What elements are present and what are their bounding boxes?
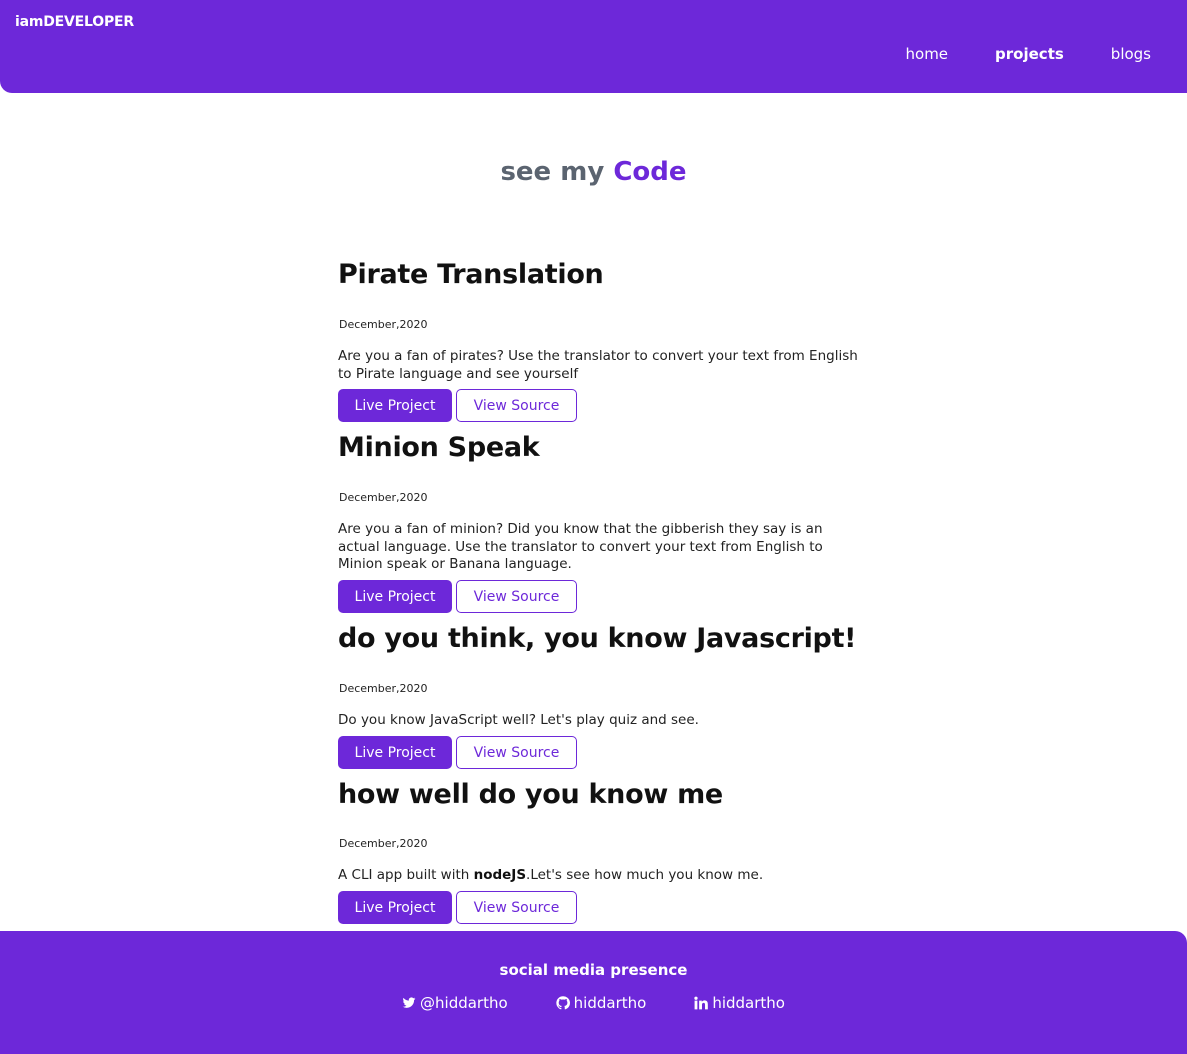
description-text: A CLI app built with xyxy=(338,867,474,883)
linkedin-icon xyxy=(694,996,709,1010)
live-project-button[interactable]: Live Project xyxy=(338,736,452,769)
project-description: Do you know JavaScript well? Let's play … xyxy=(338,712,699,728)
github-link[interactable]: hiddartho xyxy=(556,994,647,1012)
project-actions: Live Project View Source xyxy=(338,891,577,924)
project-date: December,2020 xyxy=(339,318,428,331)
project-description: Are you a fan of minion? Did you know th… xyxy=(338,521,823,572)
github-handle: hiddartho xyxy=(573,994,647,1012)
twitter-icon xyxy=(402,997,416,1008)
twitter-handle: @hiddartho xyxy=(420,994,508,1012)
github-icon xyxy=(556,996,570,1010)
project-date: December,2020 xyxy=(339,491,428,504)
project-title: how well do you know me xyxy=(338,779,723,810)
live-project-button[interactable]: Live Project xyxy=(338,891,452,924)
nav-projects-link[interactable]: projects xyxy=(995,45,1064,63)
project-actions: Live Project View Source xyxy=(338,736,577,769)
project-description: Are you a fan of pirates? Use the transl… xyxy=(338,348,858,382)
view-source-button[interactable]: View Source xyxy=(456,891,577,924)
project-card-pirate-translation: Pirate Translation December,2020 Are you… xyxy=(338,259,898,422)
footer-title: social media presence xyxy=(499,961,688,979)
live-project-button[interactable]: Live Project xyxy=(338,389,452,422)
project-actions: Live Project View Source xyxy=(338,580,577,613)
linkedin-link[interactable]: hiddartho xyxy=(694,994,785,1012)
twitter-link[interactable]: @hiddartho xyxy=(402,994,508,1012)
project-date: December,2020 xyxy=(339,682,428,695)
heading-prefix: see my xyxy=(500,157,605,187)
project-card-know-me: how well do you know me December,2020 A … xyxy=(338,779,898,924)
project-date: December,2020 xyxy=(339,837,428,850)
description-bold: nodeJS xyxy=(473,867,527,883)
live-project-button[interactable]: Live Project xyxy=(338,580,452,613)
description-text: .Let's see how much you know me. xyxy=(526,867,764,883)
view-source-button[interactable]: View Source xyxy=(456,736,577,769)
project-description: A CLI app built with nodeJS.Let's see ho… xyxy=(338,867,868,885)
project-title: Pirate Translation xyxy=(338,259,604,290)
project-title: do you think, you know Javascript! xyxy=(338,623,857,654)
navbar: iamDEVELOPER home projects blogs xyxy=(0,0,1187,93)
heading-highlight: Code xyxy=(613,157,687,187)
view-source-button[interactable]: View Source xyxy=(456,580,577,613)
project-actions: Live Project View Source xyxy=(338,389,577,422)
brand-logo[interactable]: iamDEVELOPER xyxy=(15,14,134,30)
view-source-button[interactable]: View Source xyxy=(456,389,577,422)
linkedin-handle: hiddartho xyxy=(712,994,785,1012)
page-heading: see my Code xyxy=(0,157,1187,187)
project-card-javascript-quiz: do you think, you know Javascript! Decem… xyxy=(338,623,898,769)
social-links: @hiddartho hiddartho hiddartho xyxy=(0,994,1187,1012)
nav-home-link[interactable]: home xyxy=(906,45,949,63)
project-title: Minion Speak xyxy=(338,432,540,463)
footer: social media presence @hiddartho hiddart… xyxy=(0,931,1187,1054)
nav-links: home projects blogs xyxy=(859,45,1151,63)
project-card-minion-speak: Minion Speak December,2020 Are you a fan… xyxy=(338,432,898,613)
nav-blogs-link[interactable]: blogs xyxy=(1111,45,1151,63)
